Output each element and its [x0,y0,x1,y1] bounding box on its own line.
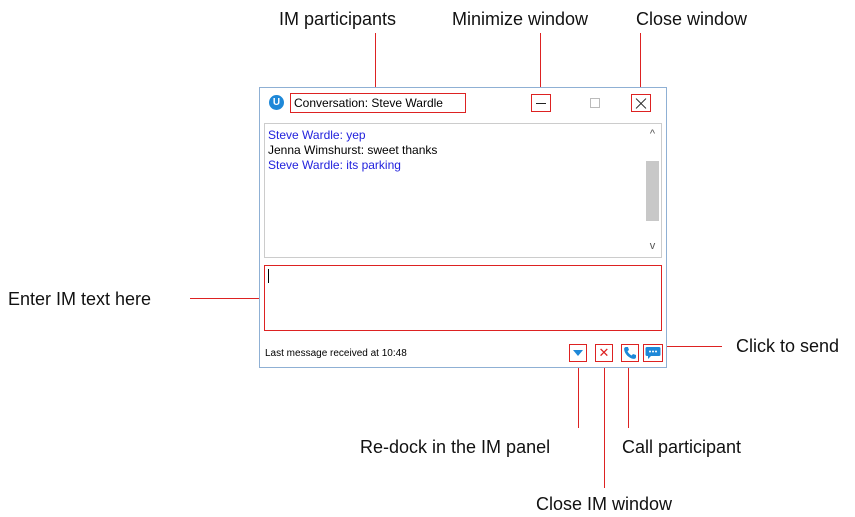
message-line: Steve Wardle: its parking [268,158,401,172]
redock-button[interactable] [569,344,587,362]
call-participant-button[interactable] [621,344,639,362]
title-bar[interactable]: U Conversation: Steve Wardle [260,88,666,118]
annotation-im-participants: IM participants [279,9,397,29]
status-bar: Last message received at 10:48 ✕ [260,336,666,368]
message-line: Steve Wardle: yep [268,128,366,142]
text-caret [268,269,269,283]
send-button[interactable] [643,344,663,362]
annotation-redock: Re-dock in the IM panel [360,437,551,457]
leader-line-enter-text [190,298,263,299]
close-window-button[interactable] [631,94,651,112]
leader-line-send [665,346,722,347]
message-scrollbar[interactable]: ^ v [644,124,661,257]
annotation-minimize-window: Minimize window [452,9,589,29]
im-text-input[interactable] [264,265,662,331]
scroll-thumb[interactable] [646,161,659,221]
message-history[interactable]: Steve Wardle: yep Jenna Wimshurst: sweet… [264,123,662,258]
leader-line-close-window [640,33,641,93]
app-logo-icon: U [269,95,284,110]
triangle-down-icon [573,350,583,356]
leader-line-im-participants [375,33,376,93]
annotation-close-window: Close window [636,9,748,29]
chat-bubble-icon [645,347,661,359]
minimize-button[interactable] [531,94,551,112]
close-x-icon: ✕ [598,345,610,360]
leader-line-minimize [540,33,541,93]
annotation-close-im-window: Close IM window [536,494,673,514]
close-im-button[interactable]: ✕ [595,344,613,362]
scroll-down-icon[interactable]: v [644,238,661,255]
annotation-call-participant: Call participant [622,437,742,457]
conversation-window: U Conversation: Steve Wardle Steve Wardl… [259,87,667,368]
phone-icon [624,347,636,359]
annotation-enter-im-text: Enter IM text here [8,289,152,309]
maximize-button[interactable] [585,94,605,112]
last-message-status: Last message received at 10:48 [265,348,407,359]
leader-line-close-im [604,353,605,488]
message-line: Jenna Wimshurst: sweet thanks [268,143,438,157]
scroll-up-icon[interactable]: ^ [644,126,661,143]
window-title: Conversation: Steve Wardle [290,93,466,113]
annotation-click-to-send: Click to send [736,336,840,356]
